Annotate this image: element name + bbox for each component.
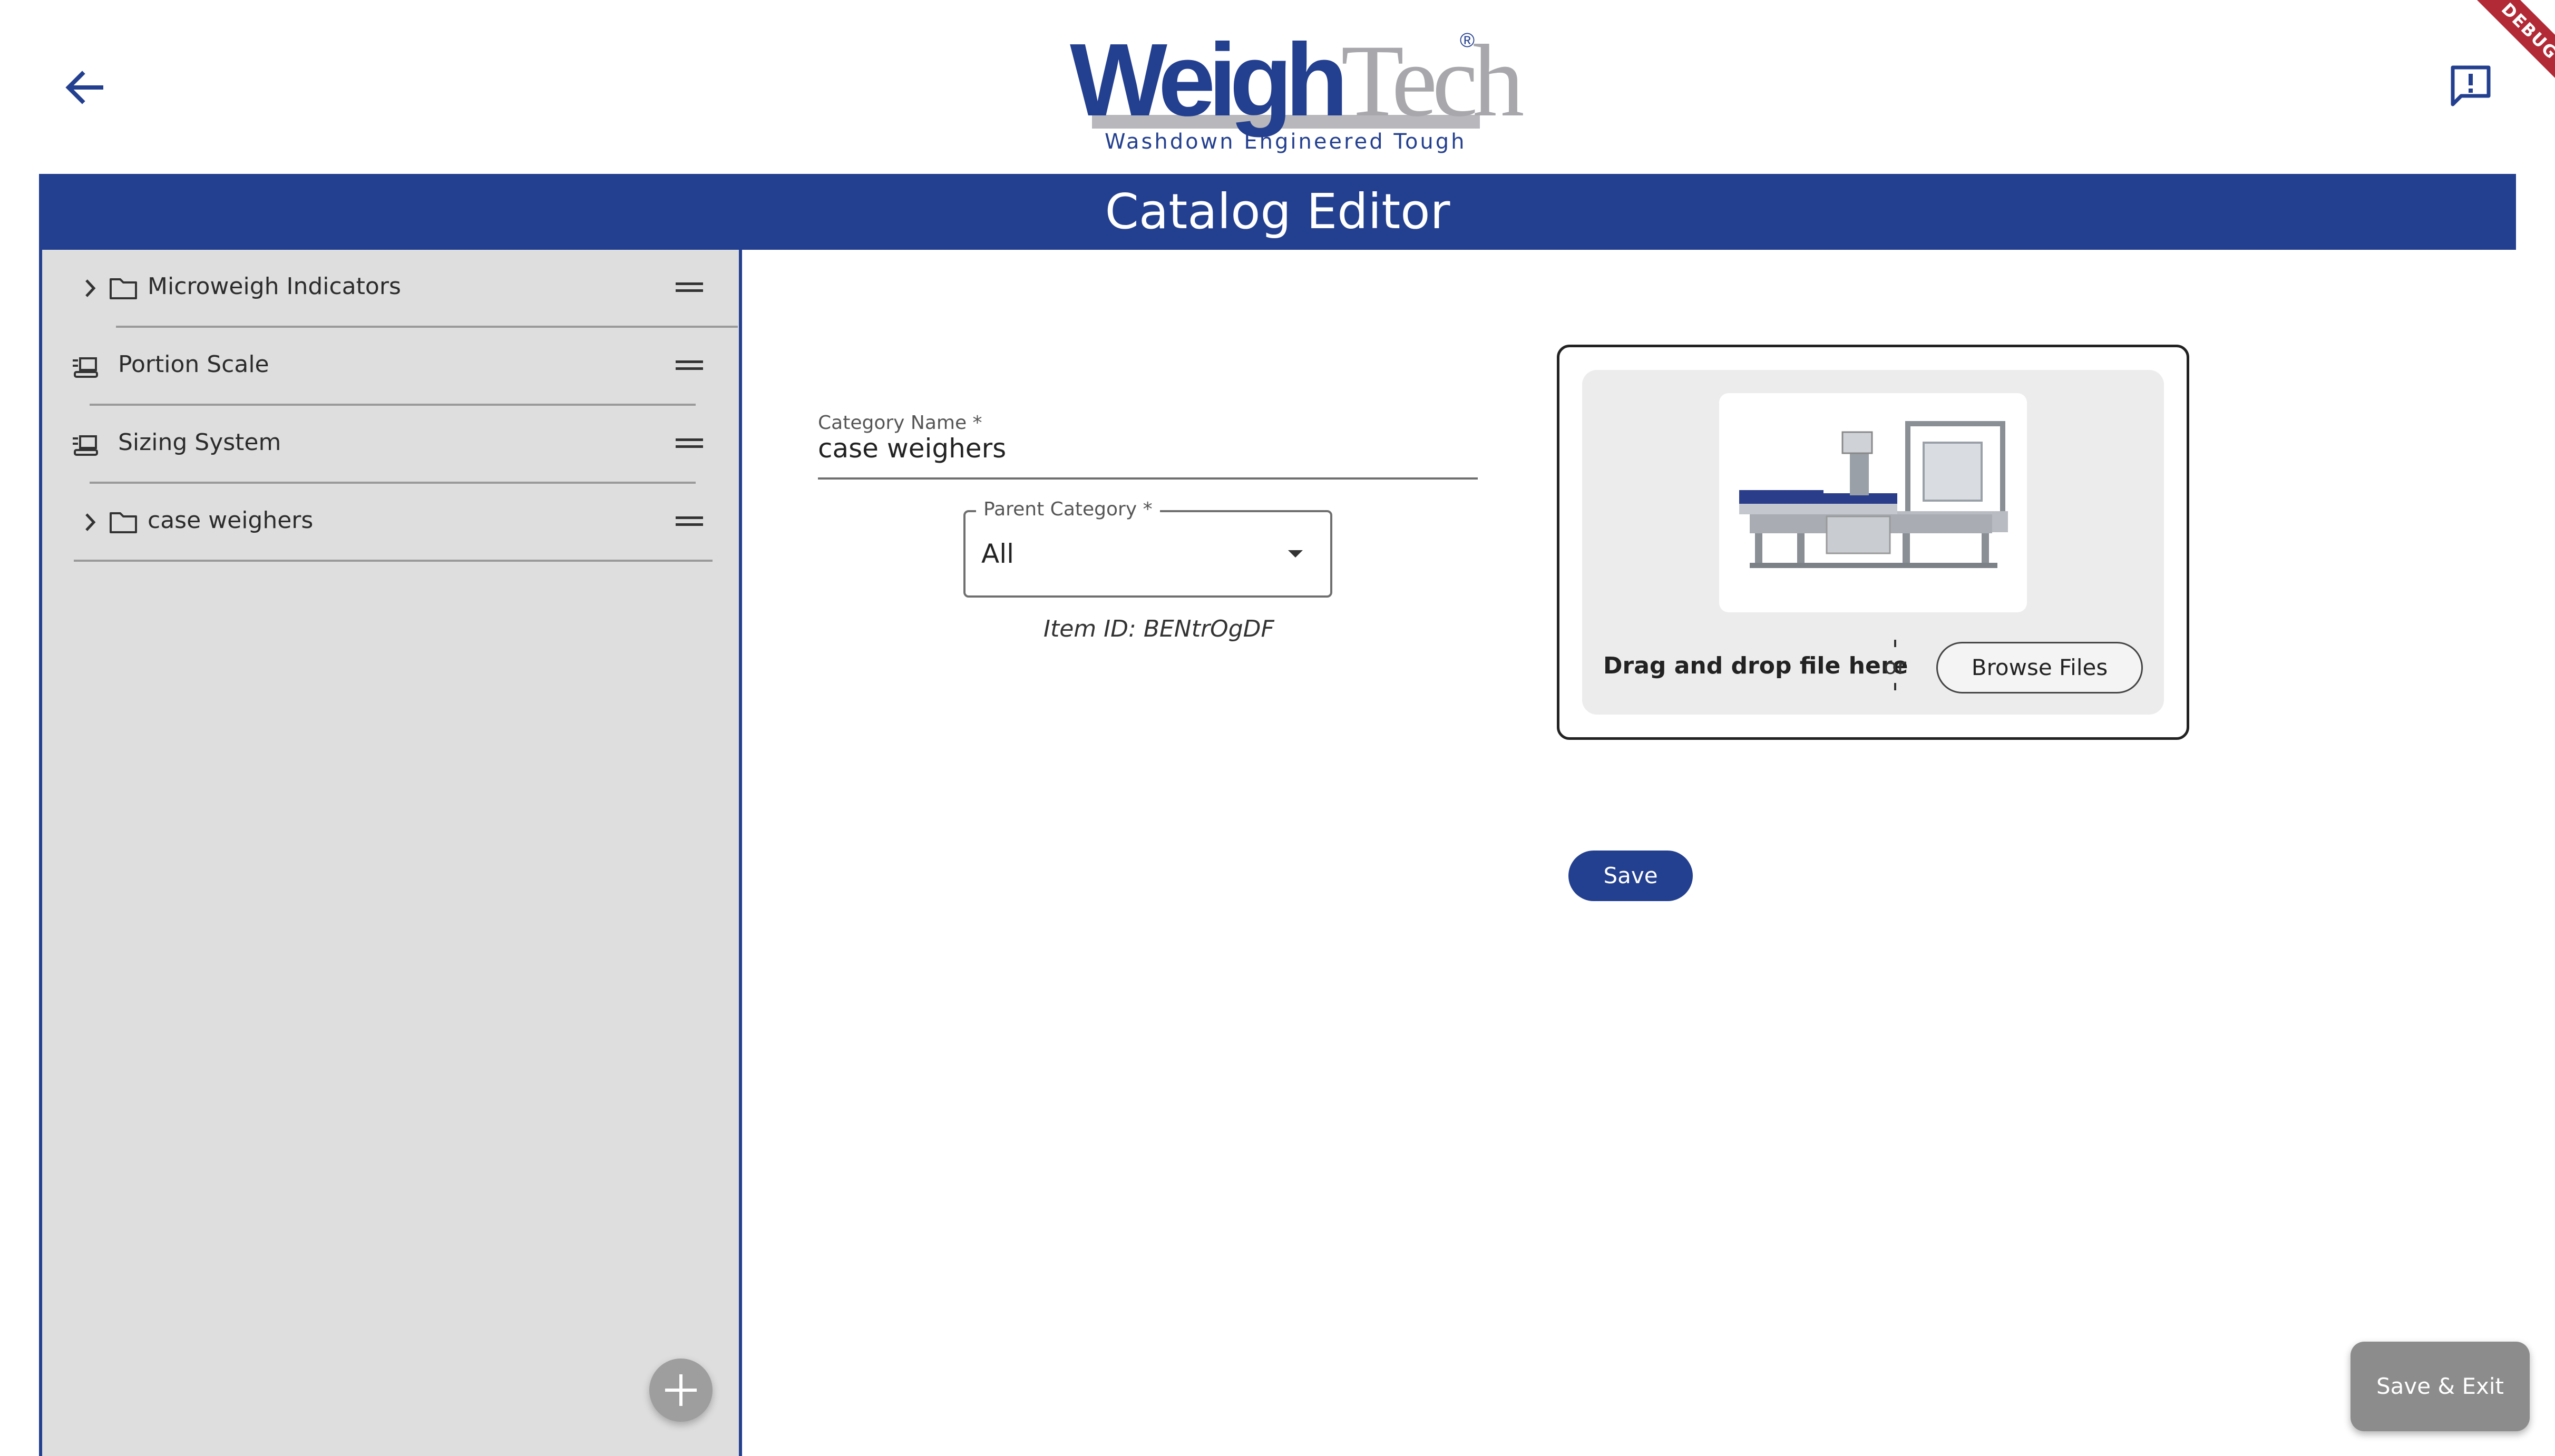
tree-item-portion-scale[interactable]: Portion Scale (42, 328, 739, 406)
folder-icon (110, 512, 137, 533)
case-weigher-machine-image (1739, 421, 2008, 568)
tree-item-label: Microweigh Indicators (148, 273, 401, 300)
parent-category-select[interactable] (963, 510, 1332, 598)
folder-icon (110, 278, 137, 299)
tree-item-label: case weighers (148, 507, 314, 534)
plus-icon (665, 1374, 697, 1406)
feedback-button[interactable] (2445, 61, 2496, 112)
drag-handle-icon[interactable] (675, 357, 704, 373)
save-button[interactable]: Save (1568, 851, 1693, 901)
tree-item-sizing-system[interactable]: Sizing System (42, 406, 739, 484)
tree-divider (74, 560, 713, 562)
logo-tagline: Washdown Engineered Tough (1105, 130, 1467, 154)
dropdown-arrow-icon[interactable] (1286, 548, 1305, 561)
category-tree-sidebar: Microweigh Indicators Portion Scale Sizi… (39, 250, 742, 1456)
back-button[interactable] (59, 62, 110, 113)
category-name-label: Category Name * (818, 412, 982, 434)
tree-item-label: Portion Scale (118, 351, 269, 378)
page-title: Catalog Editor (39, 174, 2516, 250)
drag-drop-text: Drag and drop file here (1603, 652, 1908, 679)
category-name-underline (818, 477, 1478, 480)
logo-tech-text: Tech (1341, 24, 1524, 138)
or-divider-bottom (1894, 683, 1896, 690)
item-id-text: Item ID: BENtrOgDF (1044, 615, 1274, 642)
scale-icon (73, 357, 98, 378)
weightech-logo: WeighTech ® Washdown Engineered Tough (1070, 27, 1524, 160)
drag-handle-icon[interactable] (675, 435, 704, 451)
browse-files-button[interactable]: Browse Files (1936, 642, 2143, 693)
logo-registered-mark: ® (1460, 30, 1475, 52)
scale-icon (73, 435, 98, 456)
parent-category-label: Parent Category * (976, 499, 1160, 520)
logo-wordmark: WeighTech (1070, 27, 1524, 134)
add-category-button[interactable] (649, 1359, 713, 1422)
parent-category-value[interactable]: All (981, 539, 1014, 569)
drag-handle-icon[interactable] (675, 513, 704, 529)
logo-weigh-text: Weigh (1070, 22, 1348, 138)
catalog-editor-page: WeighTech ® Washdown Engineered Tough DE… (0, 0, 2555, 1456)
tree-item-case-weighers[interactable]: case weighers (42, 484, 739, 562)
category-name-input[interactable]: case weighers (818, 433, 1006, 464)
chevron-right-icon[interactable] (77, 509, 103, 535)
or-divider-top (1894, 640, 1896, 647)
or-text: or (1884, 653, 1906, 679)
save-and-exit-button[interactable]: Save & Exit (2351, 1342, 2530, 1431)
feedback-icon (2451, 65, 2491, 106)
arrow-left-icon (65, 71, 103, 104)
chevron-right-icon[interactable] (77, 275, 103, 301)
tree-item-label: Sizing System (118, 429, 281, 456)
drag-handle-icon[interactable] (675, 279, 704, 295)
tree-item-microweigh-indicators[interactable]: Microweigh Indicators (42, 250, 739, 328)
